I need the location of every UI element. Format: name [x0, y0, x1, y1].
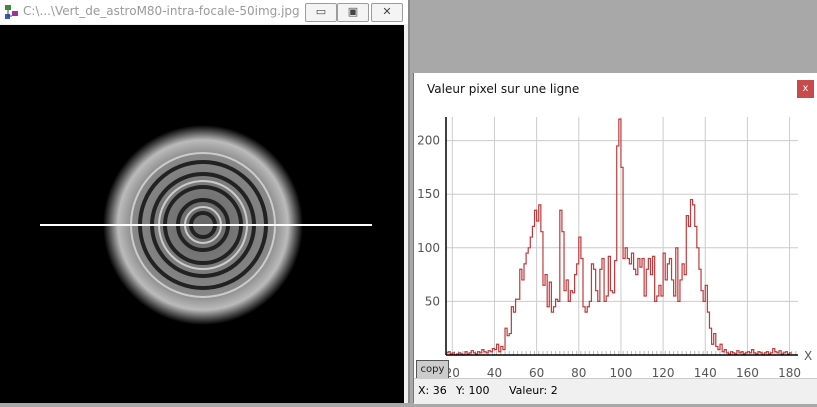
copy-button[interactable]: copy	[416, 360, 449, 379]
x-tick-label: 120	[652, 366, 675, 378]
x-axis-label: X	[804, 349, 812, 363]
dialog-close-button[interactable]: x	[797, 80, 814, 98]
x-tick-label: 40	[487, 366, 502, 378]
close-button[interactable]: ✕	[371, 3, 403, 22]
x-tick-label: 100	[609, 366, 632, 378]
status-value: Valeur: 2	[509, 384, 558, 397]
status-y: Y: 100	[456, 384, 490, 397]
dialog-title: Valeur pixel sur une ligne	[427, 82, 580, 96]
y-tick-label: 50	[425, 294, 440, 308]
x-tick-label: 160	[736, 366, 759, 378]
image-window-title: C:\...\Vert_de_astroM80-intra-focale-50i…	[23, 4, 300, 18]
star-image[interactable]	[0, 25, 404, 403]
defocused-star-rings	[40, 125, 372, 325]
profile-series-line	[446, 118, 792, 356]
status-x: X: 36	[418, 384, 447, 397]
status-bar: X: 36 Y: 100 Valeur: 2	[414, 378, 817, 404]
image-window: C:\...\Vert_de_astroM80-intra-focale-50i…	[0, 0, 410, 403]
line-profile-dialog: Valeur pixel sur une ligne x 20 40 60 80 100…	[413, 73, 817, 404]
minimize-button[interactable]: ▭	[305, 3, 337, 22]
y-tick-label: 150	[417, 187, 440, 201]
profile-chart: 20 40 60 80 100 120 140 160 18050100150200X	[417, 117, 812, 378]
x-tick-label: 80	[571, 366, 586, 378]
y-tick-label: 100	[417, 241, 440, 255]
x-tick-label: 60	[529, 366, 544, 378]
x-tick-label: 180	[778, 366, 801, 378]
maximize-button[interactable]: ▣	[337, 3, 369, 22]
app-icon	[5, 5, 18, 19]
image-window-titlebar[interactable]: C:\...\Vert_de_astroM80-intra-focale-50i…	[0, 0, 408, 24]
x-tick-label: 140	[694, 366, 717, 378]
y-tick-label: 200	[417, 134, 440, 148]
